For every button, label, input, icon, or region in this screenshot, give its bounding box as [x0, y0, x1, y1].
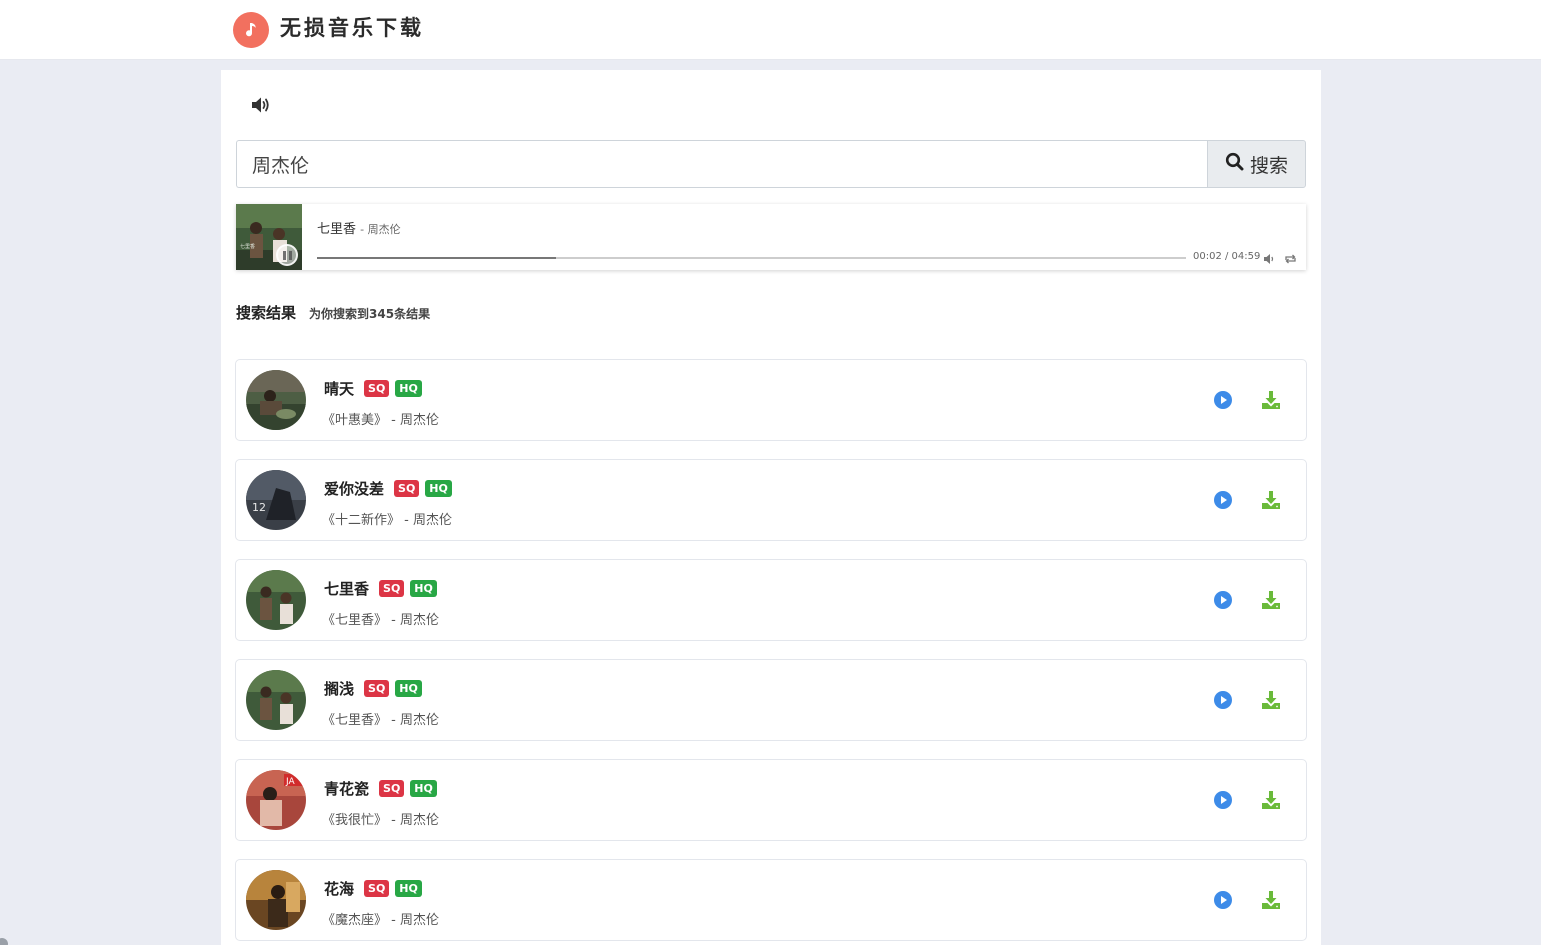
- hq-badge: HQ: [425, 480, 452, 497]
- song-title-line: 青花瓷 SQ HQ: [324, 778, 437, 799]
- album-cover: JA: [246, 770, 306, 830]
- svg-text:七里香: 七里香: [240, 243, 255, 250]
- player-loop-icon[interactable]: [1284, 250, 1297, 269]
- sq-badge: SQ: [364, 380, 390, 397]
- album-cover: [246, 570, 306, 630]
- player-artist: - 周杰伦: [360, 223, 401, 236]
- song-row[interactable]: 12 爱你没差 SQ HQ 《十二新作》 - 周杰伦: [235, 459, 1307, 541]
- player-volume-icon[interactable]: [1263, 250, 1276, 269]
- player-now-playing: 七里香 - 周杰伦: [317, 218, 401, 237]
- download-icon[interactable]: [1260, 489, 1282, 511]
- player-progress-bar[interactable]: [317, 257, 1186, 259]
- album-cover: 12: [246, 470, 306, 530]
- player-progress-fill: [317, 257, 556, 259]
- search-button-label: 搜索: [1249, 154, 1288, 177]
- audio-player: 七里香 七里香 - 周杰伦 00:02 / 04:59: [236, 204, 1306, 270]
- sq-badge: SQ: [364, 680, 390, 697]
- svg-text:12: 12: [252, 501, 266, 514]
- volume-icon[interactable]: [249, 94, 273, 116]
- song-album-artist: 《七里香》 - 周杰伦: [322, 613, 439, 628]
- hq-badge: HQ: [395, 380, 422, 397]
- album-cover: [246, 670, 306, 730]
- search-input[interactable]: [236, 140, 1208, 188]
- song-list: 晴天 SQ HQ 《叶惠美》 - 周杰伦 12 爱你没差 SQ HQ 《十二新作…: [235, 359, 1307, 945]
- download-icon[interactable]: [1260, 389, 1282, 411]
- album-cover: [246, 870, 306, 930]
- song-title[interactable]: 搁浅: [324, 678, 354, 699]
- download-icon[interactable]: [1260, 789, 1282, 811]
- song-album-artist: 《魔杰座》 - 周杰伦: [322, 913, 439, 928]
- player-album-cover[interactable]: 七里香: [236, 204, 302, 270]
- player-time: 00:02 / 04:59: [1193, 251, 1261, 262]
- hq-badge: HQ: [395, 880, 422, 897]
- song-row[interactable]: 搁浅 SQ HQ 《七里香》 - 周杰伦: [235, 659, 1307, 741]
- song-title[interactable]: 花海: [324, 878, 354, 899]
- song-album-artist: 《十二新作》 - 周杰伦: [322, 513, 452, 528]
- pause-icon[interactable]: [276, 244, 298, 266]
- music-note-icon[interactable]: [233, 12, 269, 48]
- song-title[interactable]: 青花瓷: [324, 778, 369, 799]
- song-title[interactable]: 晴天: [324, 378, 354, 399]
- hq-badge: HQ: [410, 780, 437, 797]
- results-header: 搜索结果 为你搜索到345条结果: [236, 302, 430, 323]
- sq-badge: SQ: [379, 780, 405, 797]
- song-title[interactable]: 七里香: [324, 578, 369, 599]
- download-icon[interactable]: [1260, 889, 1282, 911]
- song-row[interactable]: 七里香 SQ HQ 《七里香》 - 周杰伦: [235, 559, 1307, 641]
- sq-badge: SQ: [364, 880, 390, 897]
- download-icon[interactable]: [1260, 689, 1282, 711]
- results-title: 搜索结果: [236, 304, 297, 322]
- song-album-artist: 《叶惠美》 - 周杰伦: [322, 413, 439, 428]
- results-count: 为你搜索到345条结果: [309, 307, 431, 321]
- download-icon[interactable]: [1260, 589, 1282, 611]
- song-album-artist: 《我很忙》 - 周杰伦: [322, 813, 439, 828]
- album-cover: [246, 370, 306, 430]
- song-row[interactable]: 花海 SQ HQ 《魔杰座》 - 周杰伦: [235, 859, 1307, 941]
- sq-badge: SQ: [379, 580, 405, 597]
- scroll-indicator: [0, 938, 8, 945]
- play-icon[interactable]: [1213, 390, 1233, 410]
- svg-text:JA: JA: [285, 777, 295, 787]
- song-row[interactable]: JA 青花瓷 SQ HQ 《我很忙》 - 周杰伦: [235, 759, 1307, 841]
- play-icon[interactable]: [1213, 590, 1233, 610]
- hq-badge: HQ: [410, 580, 437, 597]
- hq-badge: HQ: [395, 680, 422, 697]
- play-icon[interactable]: [1213, 690, 1233, 710]
- song-album-artist: 《七里香》 - 周杰伦: [322, 713, 439, 728]
- song-title-line: 晴天 SQ HQ: [324, 378, 422, 399]
- search-button[interactable]: 搜索: [1207, 140, 1306, 188]
- site-title[interactable]: 无损音乐下载: [280, 13, 424, 43]
- play-icon[interactable]: [1213, 490, 1233, 510]
- song-title-line: 爱你没差 SQ HQ: [324, 478, 452, 499]
- sq-badge: SQ: [394, 480, 420, 497]
- song-title[interactable]: 爱你没差: [324, 478, 384, 499]
- player-song-title: 七里香: [317, 222, 357, 237]
- main-panel: 搜索 七里香 七里香 - 周杰伦 00:02 / 04:59: [221, 70, 1321, 945]
- search-icon: [1225, 152, 1244, 176]
- song-title-line: 搁浅 SQ HQ: [324, 678, 422, 699]
- song-title-line: 七里香 SQ HQ: [324, 578, 437, 599]
- play-icon[interactable]: [1213, 790, 1233, 810]
- play-icon[interactable]: [1213, 890, 1233, 910]
- song-title-line: 花海 SQ HQ: [324, 878, 422, 899]
- song-row[interactable]: 晴天 SQ HQ 《叶惠美》 - 周杰伦: [235, 359, 1307, 441]
- top-navbar: 无损音乐下载: [0, 0, 1541, 60]
